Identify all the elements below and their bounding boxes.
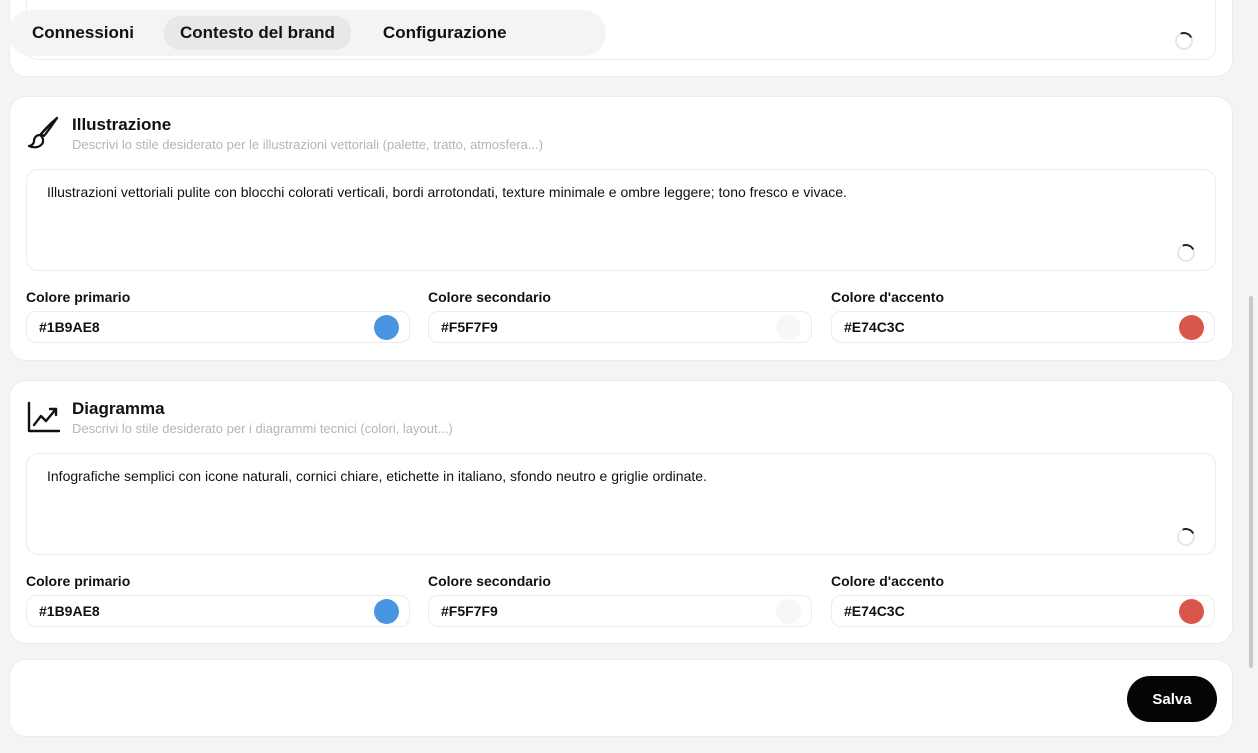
- illustration-header: Illustrazione Descrivi lo stile desidera…: [26, 115, 726, 159]
- accent-color-label: Colore d'accento: [831, 573, 945, 589]
- diagram-accent-color: Colore d'accento #E74C3C: [831, 573, 1215, 627]
- accent-color-value: #E74C3C: [844, 603, 905, 619]
- diagram-title: Diagramma: [72, 399, 165, 418]
- tab-configurazione[interactable]: Configurazione: [367, 16, 523, 50]
- diagram-subtitle: Descrivi lo stile desiderato per i diagr…: [72, 421, 453, 436]
- loading-spinner-icon: [1174, 241, 1198, 265]
- tab-bar: Connessioni Contesto del brand Configura…: [8, 10, 606, 56]
- loading-spinner-icon: [1174, 525, 1198, 549]
- primary-color-swatch[interactable]: [374, 315, 399, 340]
- accent-color-swatch[interactable]: [1179, 315, 1204, 340]
- primary-color-value: #1B9AE8: [39, 319, 100, 335]
- brush-icon: [27, 116, 59, 149]
- diagram-description-field[interactable]: Infografiche semplici con icone naturali…: [26, 453, 1216, 555]
- secondary-color-input[interactable]: #F5F7F9: [428, 595, 812, 627]
- save-button[interactable]: Salva: [1127, 676, 1217, 722]
- primary-color-value: #1B9AE8: [39, 603, 100, 619]
- secondary-color-value: #F5F7F9: [441, 603, 498, 619]
- accent-color-value: #E74C3C: [844, 319, 905, 335]
- primary-color-input[interactable]: #1B9AE8: [26, 311, 410, 343]
- tab-connessioni[interactable]: Connessioni: [8, 16, 164, 50]
- illustration-primary-color: Colore primario #1B9AE8: [26, 289, 410, 343]
- loading-spinner-icon: [1172, 29, 1196, 53]
- accent-color-swatch[interactable]: [1179, 599, 1204, 624]
- secondary-color-label: Colore secondario: [428, 573, 551, 589]
- scrollbar-thumb[interactable]: [1249, 296, 1253, 668]
- primary-color-label: Colore primario: [26, 573, 131, 589]
- accent-color-input[interactable]: #E74C3C: [831, 311, 1215, 343]
- diagram-description-text: Infografiche semplici con icone naturali…: [47, 468, 707, 484]
- trending-up-chart-icon: [27, 401, 61, 433]
- diagram-color-row: Colore primario #1B9AE8 Colore secondari…: [26, 573, 1216, 633]
- illustration-card: Illustrazione Descrivi lo stile desidera…: [10, 97, 1232, 360]
- secondary-color-label: Colore secondario: [428, 289, 551, 305]
- diagram-secondary-color: Colore secondario #F5F7F9: [428, 573, 812, 627]
- accent-color-input[interactable]: #E74C3C: [831, 595, 1215, 627]
- illustration-secondary-color: Colore secondario #F5F7F9: [428, 289, 812, 343]
- diagram-card: Diagramma Descrivi lo stile desiderato p…: [10, 381, 1232, 643]
- diagram-primary-color: Colore primario #1B9AE8: [26, 573, 410, 627]
- primary-color-input[interactable]: #1B9AE8: [26, 595, 410, 627]
- primary-color-label: Colore primario: [26, 289, 131, 305]
- primary-color-swatch[interactable]: [374, 599, 399, 624]
- diagram-header: Diagramma Descrivi lo stile desiderato p…: [26, 399, 726, 443]
- secondary-color-value: #F5F7F9: [441, 319, 498, 335]
- tab-contesto-del-brand[interactable]: Contesto del brand: [164, 16, 351, 50]
- illustration-subtitle: Descrivi lo stile desiderato per le illu…: [72, 137, 544, 152]
- secondary-color-input[interactable]: #F5F7F9: [428, 311, 812, 343]
- secondary-color-swatch[interactable]: [776, 315, 801, 340]
- illustration-accent-color: Colore d'accento #E74C3C: [831, 289, 1215, 343]
- accent-color-label: Colore d'accento: [831, 289, 945, 305]
- illustration-description-field[interactable]: Illustrazioni vettoriali pulite con bloc…: [26, 169, 1216, 271]
- secondary-color-swatch[interactable]: [776, 599, 801, 624]
- save-bar: Salva: [10, 660, 1232, 736]
- illustration-color-row: Colore primario #1B9AE8 Colore secondari…: [26, 289, 1216, 349]
- illustration-title: Illustrazione: [72, 115, 172, 134]
- illustration-description-text: Illustrazioni vettoriali pulite con bloc…: [47, 184, 847, 200]
